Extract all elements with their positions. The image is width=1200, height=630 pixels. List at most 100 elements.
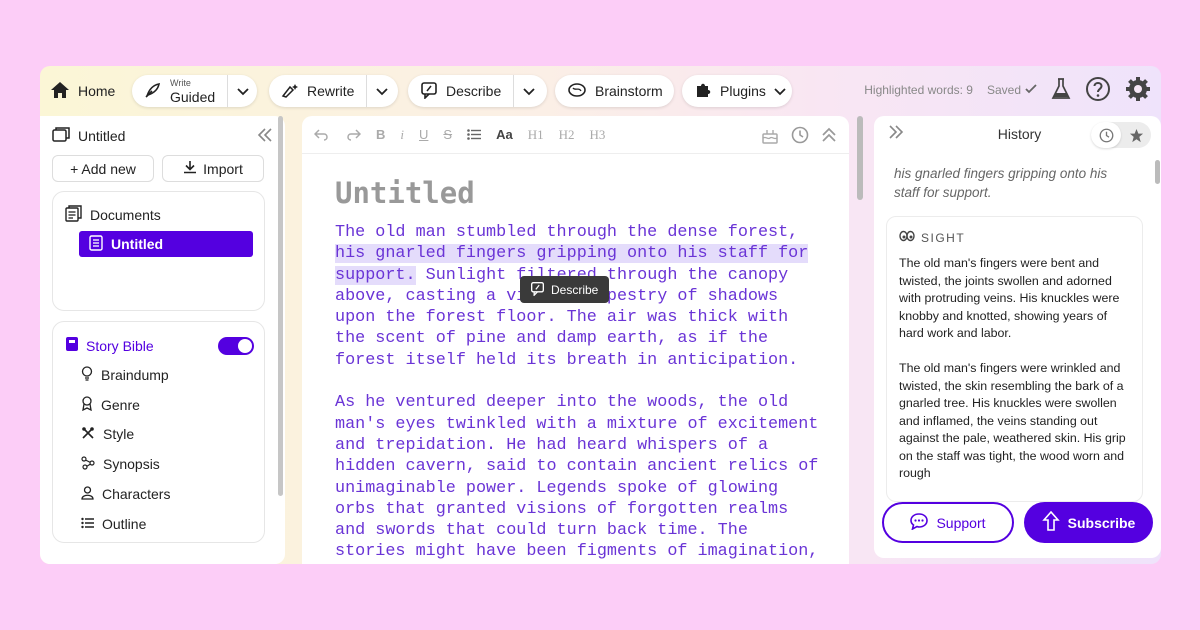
add-new-button[interactable]: + Add new — [52, 155, 154, 182]
bold-button[interactable]: B — [376, 127, 385, 142]
project-title: Untitled — [78, 128, 126, 144]
editor-panel: B i U S Aa H1 H2 H3 Untitled The old man… — [302, 116, 849, 564]
write-button[interactable]: Write Guided — [132, 75, 227, 107]
strikethrough-button[interactable]: S — [443, 127, 452, 142]
describe-icon — [530, 281, 545, 299]
history-tabs — [1091, 122, 1151, 148]
font-button[interactable]: Aa — [496, 127, 513, 142]
document-body[interactable]: The old man stumbled through the dense f… — [335, 222, 825, 564]
collapse-up-icon[interactable] — [821, 126, 837, 144]
italic-button[interactable]: i — [400, 127, 404, 143]
support-button[interactable]: Support — [882, 502, 1014, 543]
editor-right-tools — [761, 126, 849, 144]
card-paragraph-1: The old man's fingers were bent and twis… — [899, 256, 1120, 340]
sparkle-pen-icon — [281, 82, 299, 101]
gear-icon[interactable] — [1125, 76, 1151, 105]
story-bible-list: Braindump Genre Style Synopsis Character… — [81, 360, 170, 539]
cake-icon[interactable] — [761, 126, 779, 144]
history-panel: History his gnarled fingers gripping ont… — [874, 116, 1161, 558]
describe-tooltip-button[interactable]: Describe — [520, 276, 610, 303]
sidebar-header: Untitled — [52, 126, 273, 146]
describe-label: Describe — [446, 83, 502, 99]
redo-button[interactable] — [345, 128, 361, 141]
rewrite-dropdown-button[interactable] — [366, 75, 396, 107]
write-small-label: Write — [170, 77, 191, 88]
bullet-list-button[interactable] — [467, 129, 482, 140]
brainstorm-label: Brainstorm — [595, 83, 663, 99]
tab-favorites[interactable] — [1121, 122, 1151, 148]
sidebar-item-characters[interactable]: Characters — [81, 479, 170, 509]
describe-dropdown-button[interactable] — [513, 75, 543, 107]
home-icon — [50, 81, 70, 102]
eyes-icon — [899, 230, 915, 245]
sidebar-item-braindump[interactable]: Braindump — [81, 360, 170, 390]
home-label: Home — [78, 83, 116, 99]
help-icon[interactable] — [1085, 76, 1111, 105]
support-label: Support — [936, 514, 986, 531]
sidebar-item-label: Characters — [102, 486, 171, 503]
plugins-button[interactable]: Plugins — [682, 75, 798, 107]
sidebar-item-label: Style — [103, 426, 135, 443]
undo-button[interactable] — [314, 128, 330, 141]
story-bible-panel: Story Bible Braindump Genre Style Synops… — [52, 321, 265, 543]
download-icon — [183, 160, 197, 177]
expand-panel-icon[interactable] — [888, 124, 904, 144]
history-clock-icon[interactable] — [791, 126, 809, 144]
tab-history[interactable] — [1091, 122, 1121, 148]
story-bible-label: Story Bible — [86, 337, 154, 354]
sidebar-actions: + Add new Import — [52, 155, 264, 182]
puzzle-icon — [694, 81, 712, 102]
person-icon — [81, 485, 94, 503]
brain-icon — [567, 82, 587, 101]
document-title[interactable]: Untitled — [335, 176, 475, 210]
documents-header: Documents — [65, 205, 161, 225]
history-scrollbar[interactable] — [1155, 160, 1160, 184]
saved-status: Saved — [987, 83, 1037, 97]
sidebar-item-genre[interactable]: Genre — [81, 390, 170, 420]
arrow-up-icon — [1041, 510, 1060, 534]
document-item-untitled[interactable]: Untitled — [79, 231, 253, 257]
card-paragraph-2: The old man's fingers were wrinkled and … — [899, 361, 1126, 480]
subscribe-button[interactable]: Subscribe — [1024, 502, 1153, 543]
saved-label: Saved — [986, 83, 1021, 97]
heading2-button[interactable]: H2 — [559, 127, 575, 143]
brainstorm-button[interactable]: Brainstorm — [555, 75, 675, 107]
history-header: History — [888, 116, 1151, 152]
underline-button[interactable]: U — [419, 127, 428, 142]
sidebar-item-outline[interactable]: Outline — [81, 509, 170, 539]
import-label: Import — [203, 160, 243, 177]
folder-icon — [52, 126, 70, 146]
sidebar-scrollbar[interactable] — [278, 116, 283, 496]
write-dropdown-button[interactable] — [227, 75, 257, 107]
rewrite-button[interactable]: Rewrite — [269, 75, 366, 107]
history-card[interactable]: SIGHT The old man's fingers were bent an… — [886, 216, 1143, 502]
describe-button[interactable]: Describe — [408, 75, 513, 107]
home-button[interactable]: Home — [50, 76, 115, 106]
editor-scrollbar[interactable] — [857, 116, 863, 200]
editor-toolbar: B i U S Aa H1 H2 H3 — [302, 116, 849, 154]
document-item-label: Untitled — [111, 236, 164, 252]
sidebar-item-synopsis[interactable]: Synopsis — [81, 449, 170, 479]
top-toolbar: Home Write Guided Rewrite Describe Brain… — [40, 66, 1161, 114]
highlighted-words-count: Highlighted words: 9 — [864, 83, 973, 97]
flask-icon[interactable] — [1051, 77, 1071, 104]
document-icon — [89, 234, 103, 254]
plugins-label: Plugins — [720, 83, 766, 99]
brainstorm-pill[interactable]: Brainstorm — [555, 75, 674, 107]
collapse-sidebar-icon[interactable] — [257, 127, 273, 145]
import-button[interactable]: Import — [162, 155, 264, 182]
sidebar-item-label: Genre — [101, 396, 140, 413]
subscribe-label: Subscribe — [1067, 514, 1136, 531]
describe-tooltip-label: Describe — [551, 282, 599, 297]
describe-icon — [420, 81, 438, 102]
documents-label: Documents — [90, 207, 161, 223]
sidebar-item-style[interactable]: Style — [81, 420, 170, 450]
list-icon — [81, 516, 94, 532]
sidebar-item-label: Braindump — [101, 366, 169, 383]
heading3-button[interactable]: H3 — [589, 127, 605, 143]
sidebar: Untitled + Add new Import Documents Unti… — [40, 116, 285, 564]
heading1-button[interactable]: H1 — [528, 127, 544, 143]
nodes-icon — [81, 456, 95, 473]
plugins-pill[interactable]: Plugins — [682, 75, 792, 107]
story-bible-toggle[interactable] — [218, 336, 254, 355]
